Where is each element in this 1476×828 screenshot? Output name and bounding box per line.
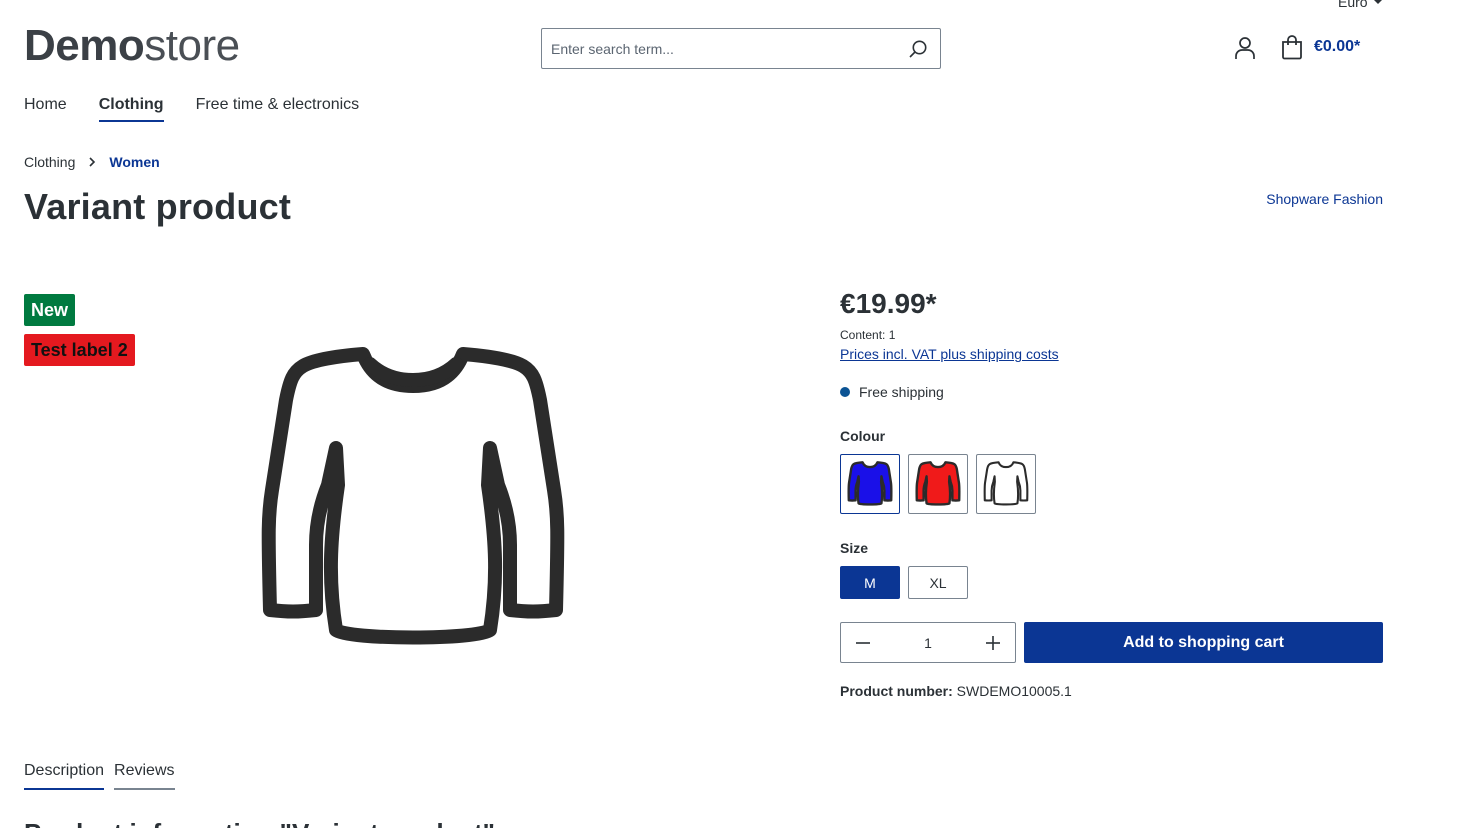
delivery-text: Free shipping xyxy=(859,384,944,400)
product-image[interactable] xyxy=(258,340,568,660)
cart-total: €0.00* xyxy=(1314,38,1361,55)
user-icon xyxy=(1235,37,1255,59)
swatch-fill-red xyxy=(915,461,961,506)
sweater-thumbnail-red xyxy=(915,461,961,506)
search-icon xyxy=(909,40,927,58)
chevron-right-icon xyxy=(85,155,99,169)
colour-option-white[interactable] xyxy=(976,454,1036,514)
description-heading: Product information "Variant product" xyxy=(24,818,495,828)
main-navigation: Home Clothing Free time & electronics xyxy=(24,96,359,122)
cart-button[interactable]: €0.00* xyxy=(1280,34,1360,60)
plus-icon xyxy=(985,635,1000,650)
shopping-bag-icon xyxy=(1282,35,1302,60)
sweater-image xyxy=(261,347,565,645)
size-group-title: Size xyxy=(840,540,869,556)
nav-item-free-time-electronics[interactable]: Free time & electronics xyxy=(196,96,360,122)
tab-description[interactable]: Description xyxy=(24,762,105,790)
swatch-fill-blue xyxy=(847,461,893,506)
colour-options xyxy=(840,454,1383,514)
product-price: €19.99* xyxy=(840,288,937,319)
page-title: Variant product xyxy=(24,186,292,227)
nav-item-clothing[interactable]: Clothing xyxy=(98,96,164,122)
size-option-m[interactable]: M xyxy=(840,566,900,599)
quantity-increase-button[interactable] xyxy=(971,623,1015,662)
caret-down-icon xyxy=(1373,0,1382,4)
breadcrumb: Clothing Women xyxy=(24,154,160,170)
nav-item-home[interactable]: Home xyxy=(24,96,67,122)
tab-reviews[interactable]: Reviews xyxy=(114,762,175,790)
search-input[interactable] xyxy=(542,29,896,68)
sweater-thumbnail-blue xyxy=(847,461,893,506)
product-number: Product number: SWDEMO10005.1 xyxy=(840,683,1383,699)
content-info: Content: 1 xyxy=(840,328,896,342)
logo-bold-text: Demo xyxy=(24,21,145,70)
manufacturer-link[interactable]: Shopware Fashion xyxy=(1266,191,1383,207)
product-number-value: SWDEMO10005.1 xyxy=(956,683,1072,699)
currency-label: Euro xyxy=(1338,0,1368,10)
test-label-badge: Test label 2 xyxy=(24,334,135,366)
size-options: M XL xyxy=(840,566,1383,599)
store-logo[interactable]: Demostore xyxy=(24,22,240,70)
currency-dropdown[interactable]: Euro xyxy=(1338,0,1382,10)
breadcrumb-item-women[interactable]: Women xyxy=(109,154,159,170)
swatch-fill-white xyxy=(983,461,1029,506)
vat-shipping-link[interactable]: Prices incl. VAT plus shipping costs xyxy=(840,346,1059,362)
colour-option-blue[interactable] xyxy=(840,454,900,514)
quantity-stepper: 1 xyxy=(840,622,1016,663)
buy-row: 1 Add to shopping cart xyxy=(840,622,1383,663)
logo-light-text: store xyxy=(144,21,240,70)
size-option-xl[interactable]: XL xyxy=(908,566,968,599)
new-badge: New xyxy=(24,294,76,326)
sweater-thumbnail-white xyxy=(983,461,1029,506)
buy-box: €19.99* Content: 1 Prices incl. VAT plus… xyxy=(840,286,1383,699)
minus-icon xyxy=(856,641,870,644)
product-number-label: Product number: xyxy=(840,683,953,699)
status-dot-icon xyxy=(840,387,850,397)
product-tabs: Description Reviews xyxy=(24,762,175,790)
colour-group-title: Colour xyxy=(840,428,886,444)
colour-option-red[interactable] xyxy=(908,454,968,514)
add-to-cart-button[interactable]: Add to shopping cart xyxy=(1024,622,1383,663)
search-button[interactable] xyxy=(896,29,940,68)
quantity-decrease-button[interactable] xyxy=(841,623,885,662)
breadcrumb-item-clothing[interactable]: Clothing xyxy=(24,154,75,170)
account-button[interactable] xyxy=(1232,35,1258,61)
delivery-info: Free shipping xyxy=(840,384,1383,400)
quantity-value[interactable]: 1 xyxy=(924,635,932,651)
search-box xyxy=(541,28,941,69)
